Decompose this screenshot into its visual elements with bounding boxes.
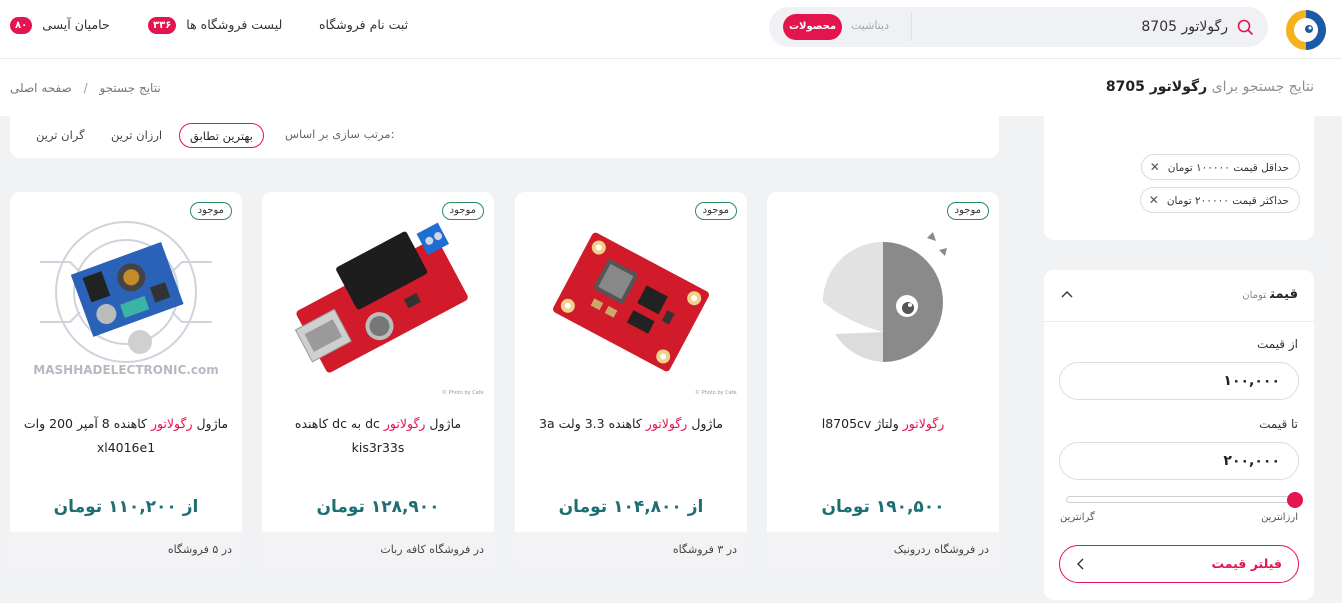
breadcrumb-current: نتایج جستجو [99,81,161,95]
price-from-input[interactable] [1059,362,1299,400]
supporters-count-badge: ۸۰ [10,17,33,34]
product-price: از ۱۰۴,۸۰۰ تومان [558,497,704,517]
nav-shops-list[interactable]: ۳۳۶ لیست فروشگاه ها [148,17,282,34]
product-card[interactable]: MASHHADELECTRONIC.com موجود ماژول رگولات… [10,192,242,568]
search-input[interactable] [928,15,1228,39]
stock-badge: موجود [694,202,737,220]
product-image-watermark: MASHHADELECTRONIC.com [33,363,218,377]
stock-badge: موجود [441,202,484,220]
product-name-rest: کاهنده 8 آمپر 200 وات xl4016e1 [23,416,156,455]
product-price: ۱۲۸,۹۰۰ تومان [316,497,440,517]
usb-buck-module-photo: © Photo by CafeRobot [294,222,484,396]
breadcrumb-home[interactable]: صفحه اصلی [10,81,72,95]
breadcrumb-separator: / [83,81,88,95]
chevron-left-icon [1077,558,1084,570]
search-bar: دیتاشیت محصولات [769,7,1268,47]
slider-label-expensive: گرانترین [1060,512,1095,523]
price-filter-panel: قیمتتومان از قیمت تا قیمت گرانترین ارزان… [1044,270,1314,600]
close-icon[interactable]: ✕ [1150,155,1160,179]
filter-chip-label: حداکثر قیمت ۲۰۰۰۰۰ تومان [1166,195,1289,207]
product-shop-info[interactable]: در ۵ فروشگاه [10,532,242,568]
price-slider-track[interactable] [1066,496,1294,503]
product-name-rest: کاهنده 3.3 ولت 3a [539,416,646,431]
search-icon[interactable] [1236,18,1254,36]
apply-price-filter-button[interactable]: فیلتر قیمت [1059,545,1299,583]
nav-supporters-label: حامیان آیسی [42,17,110,32]
search-tab-datasheet[interactable]: دیتاشیت [851,19,889,32]
shops-count-badge: ۳۳۶ [148,17,177,34]
xl4016-module-photo: MASHHADELECTRONIC.com [33,221,219,377]
close-icon[interactable]: ✕ [1149,188,1159,212]
product-name-keyword: رگولاتور [902,416,945,431]
parrot-placeholder-icon [823,232,947,362]
price-filter-title-text: قیمت [1270,287,1298,302]
price-from-label: از قیمت [1256,337,1298,351]
stock-badge: موجود [189,202,232,220]
nav-supporters[interactable]: ۸۰ حامیان آیسی [10,17,110,34]
page-title: نتایج جستجو برای رگولاتور 8705 [1106,79,1314,95]
site-logo[interactable] [1282,6,1330,54]
search-tab-products[interactable]: محصولات [783,14,843,40]
price-slider-thumb[interactable] [1287,492,1303,508]
results-title-bar: نتایج جستجو برای رگولاتور 8705 نتایج جست… [0,58,1342,116]
product-shop-info[interactable]: در فروشگاه ردرونیک [767,532,999,568]
product-name[interactable]: ماژول رگولاتور dc به dc کاهنده kis3r33s [270,412,486,472]
price-to-input[interactable] [1059,442,1299,480]
filter-chip-label: حداقل قیمت ۱۰۰۰۰۰ تومان [1167,162,1289,174]
product-name[interactable]: ماژول رگولاتور کاهنده 3.3 ولت 3a [523,412,739,472]
page-title-prefix: نتایج جستجو برای [1211,79,1314,95]
price-to-label: تا قیمت [1259,417,1298,431]
search-divider [911,13,912,41]
product-name-prefix: ماژول [425,416,462,431]
filter-chip-min-price[interactable]: حداقل قیمت ۱۰۰۰۰۰ تومان ✕ [1140,154,1300,180]
price-filter-header[interactable]: قیمتتومان [1044,270,1314,322]
nav-shops-list-label: لیست فروشگاه ها [186,17,283,32]
product-card[interactable]: © Photo by CafeRobot موجود ماژول رگولاتو… [262,192,494,568]
sort-best-match[interactable]: بهترین تطابق [179,123,264,148]
filter-chip-max-price[interactable]: حداکثر قیمت ۲۰۰۰۰۰ تومان ✕ [1139,187,1300,213]
product-price: از ۱۱۰,۲۰۰ تومان [53,497,199,517]
chevron-up-icon[interactable] [1060,288,1074,302]
product-name-keyword: رگولاتور [150,416,193,431]
price-filter-unit: تومان [1242,290,1267,301]
apply-price-filter-label: فیلتر قیمت [1211,556,1282,571]
nav-register-shop-label: ثبت نام فروشگاه [319,17,409,32]
product-name-rest: ولتاژ l8705cv [821,416,903,431]
sort-bar: مرتب سازی بر اساس: بهترین تطابق ارزان تر… [10,116,999,158]
product-shop-info[interactable]: در ۳ فروشگاه [515,532,747,568]
page-title-query: رگولاتور 8705 [1105,79,1208,95]
product-card[interactable]: موجود رگولاتور ولتاژ l8705cv ۱۹۰,۵۰۰ توم… [767,192,999,568]
product-shop-info[interactable]: در فروشگاه کافه ربات [262,532,494,568]
price-filter-title: قیمتتومان [1242,287,1298,302]
stock-badge: موجود [946,202,989,220]
svg-text:© Photo by CafeRobot: © Photo by CafeRobot [442,389,484,396]
svg-text:© Photo by CafeRobot: © Photo by CafeRobot [695,389,737,396]
sort-cheapest[interactable]: ارزان ترین [111,123,162,148]
slider-label-cheapest: ارزانترین [1261,512,1298,523]
sort-label: مرتب سازی بر اساس: [285,127,395,141]
product-name-keyword: رگولاتور [645,416,688,431]
product-name-prefix: ماژول [192,416,229,431]
top-header: دیتاشیت محصولات ثبت نام فروشگاه ۳۳۶ لیست… [0,0,1342,58]
product-name[interactable]: رگولاتور ولتاژ l8705cv [775,412,991,472]
product-name[interactable]: ماژول رگولاتور کاهنده 8 آمپر 200 وات xl4… [18,412,234,472]
nav-register-shop[interactable]: ثبت نام فروشگاه [319,17,408,32]
red-buck-module-photo: © Photo by CafeRobot [553,232,737,396]
active-filters-panel: حداقل قیمت ۱۰۰۰۰۰ تومان ✕ حداکثر قیمت ۲۰۰… [1044,116,1314,240]
product-price: ۱۹۰,۵۰۰ تومان [821,497,945,517]
product-name-keyword: رگولاتور [383,416,426,431]
product-name-prefix: ماژول [687,416,723,431]
breadcrumb: نتایج جستجو / صفحه اصلی [10,81,161,95]
product-card[interactable]: © Photo by CafeRobot موجود ماژول رگولاتو… [515,192,747,568]
sort-most-expensive[interactable]: گران ترین [36,123,85,148]
